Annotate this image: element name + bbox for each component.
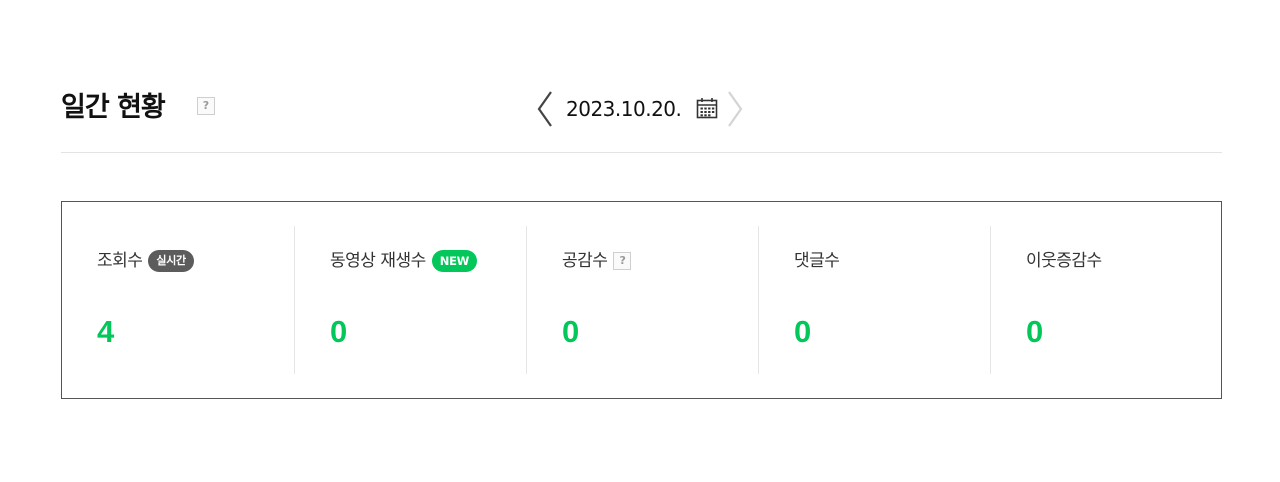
stat-video-plays-value[interactable]: 0 <box>330 314 347 350</box>
stat-neighbors-label: 이웃증감수 <box>1026 251 1102 271</box>
stat-likes: 공감수 ? 0 <box>526 226 759 374</box>
stat-label-video-plays: 동영상 재생수 NEW <box>330 250 478 272</box>
next-date-button[interactable] <box>725 89 745 129</box>
stat-video-plays: 동영상 재생수 NEW 0 <box>294 226 527 374</box>
stat-comments-value[interactable]: 0 <box>794 314 811 350</box>
stat-likes-value[interactable]: 0 <box>562 314 579 350</box>
daily-status-header: 일간 현황 ? 2023.10.20. <box>61 80 1222 153</box>
realtime-badge: 실시간 <box>148 250 194 272</box>
calendar-button[interactable] <box>695 96 719 120</box>
stat-neighbors: 이웃증감수 0 <box>990 226 1223 374</box>
new-badge: NEW <box>431 250 478 272</box>
help-icon[interactable]: ? <box>613 252 632 270</box>
stat-views-label: 조회수 <box>97 251 143 271</box>
help-icon[interactable]: ? <box>197 97 215 115</box>
stat-comments-label: 댓글수 <box>794 251 840 271</box>
stat-label-likes: 공감수 ? <box>562 250 632 272</box>
stat-neighbors-value[interactable]: 0 <box>1026 314 1043 350</box>
daily-status-page: 일간 현황 ? 2023.10.20. 조회수 실시간 4 동영상 재생수 NE… <box>0 0 1280 482</box>
page-title: 일간 현황 <box>61 92 166 123</box>
stat-comments: 댓글수 0 <box>758 226 991 374</box>
prev-date-button[interactable] <box>535 89 555 129</box>
stat-video-plays-label: 동영상 재생수 <box>330 251 426 271</box>
calendar-icon <box>696 98 718 119</box>
current-date: 2023.10.20. <box>566 97 682 121</box>
stat-label-neighbors: 이웃증감수 <box>1026 250 1102 272</box>
stat-views-value[interactable]: 4 <box>97 314 114 350</box>
chevron-left-icon <box>537 91 552 127</box>
stat-views: 조회수 실시간 4 <box>62 226 294 374</box>
stat-label-comments: 댓글수 <box>794 250 840 272</box>
stat-likes-label: 공감수 <box>562 251 608 271</box>
stats-panel: 조회수 실시간 4 동영상 재생수 NEW 0 공감수 ? 0 댓글수 0 이웃… <box>61 201 1222 399</box>
chevron-right-icon <box>728 91 743 127</box>
stat-label-views: 조회수 실시간 <box>97 250 194 272</box>
